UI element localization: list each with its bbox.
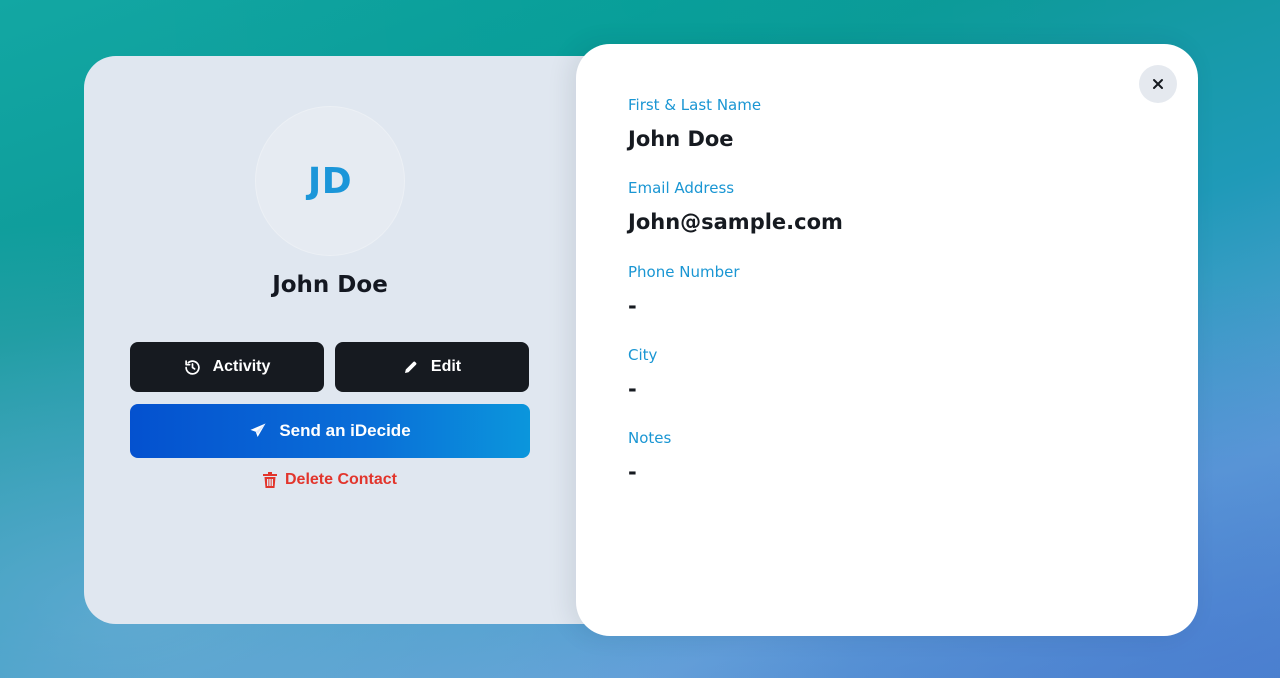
field-label: City — [628, 346, 658, 364]
send-idecide-button[interactable]: Send an iDecide — [130, 404, 530, 458]
edit-button[interactable]: Edit — [335, 342, 529, 392]
history-icon — [184, 359, 201, 376]
field-name: First & Last Name John Doe — [628, 96, 761, 152]
contact-name: John Doe — [272, 272, 388, 298]
field-city: City - — [628, 346, 657, 402]
field-label: First & Last Name — [628, 96, 762, 114]
field-label: Notes — [628, 429, 672, 447]
paper-plane-icon — [249, 422, 267, 440]
pencil-icon — [403, 359, 419, 375]
avatar: JD — [255, 106, 405, 256]
field-value: - — [628, 377, 637, 401]
activity-button[interactable]: Activity — [130, 342, 324, 392]
avatar-initials: JD — [307, 160, 353, 202]
field-value: - — [628, 460, 637, 484]
contact-details-panel: First & Last Name John Doe Email Address… — [576, 44, 1198, 636]
field-label: Phone Number — [628, 263, 740, 281]
delete-contact-button[interactable]: Delete Contact — [130, 468, 530, 492]
send-idecide-button-label: Send an iDecide — [279, 421, 411, 440]
activity-button-label: Activity — [212, 358, 271, 375]
field-value: John@sample.com — [628, 210, 843, 234]
close-button[interactable] — [1139, 65, 1177, 103]
contact-summary-card: JD John Doe Activity Edit Send an iDecid… — [84, 56, 644, 624]
field-phone: Phone Number - — [628, 263, 740, 319]
close-icon — [1152, 78, 1164, 90]
field-value: - — [628, 294, 637, 318]
edit-button-label: Edit — [430, 358, 462, 375]
field-label: Email Address — [628, 179, 735, 197]
trash-icon — [262, 472, 277, 488]
field-email: Email Address John@sample.com — [628, 179, 843, 235]
delete-contact-label: Delete Contact — [284, 471, 398, 488]
field-notes: Notes - — [628, 429, 671, 485]
field-value: John Doe — [628, 127, 734, 151]
